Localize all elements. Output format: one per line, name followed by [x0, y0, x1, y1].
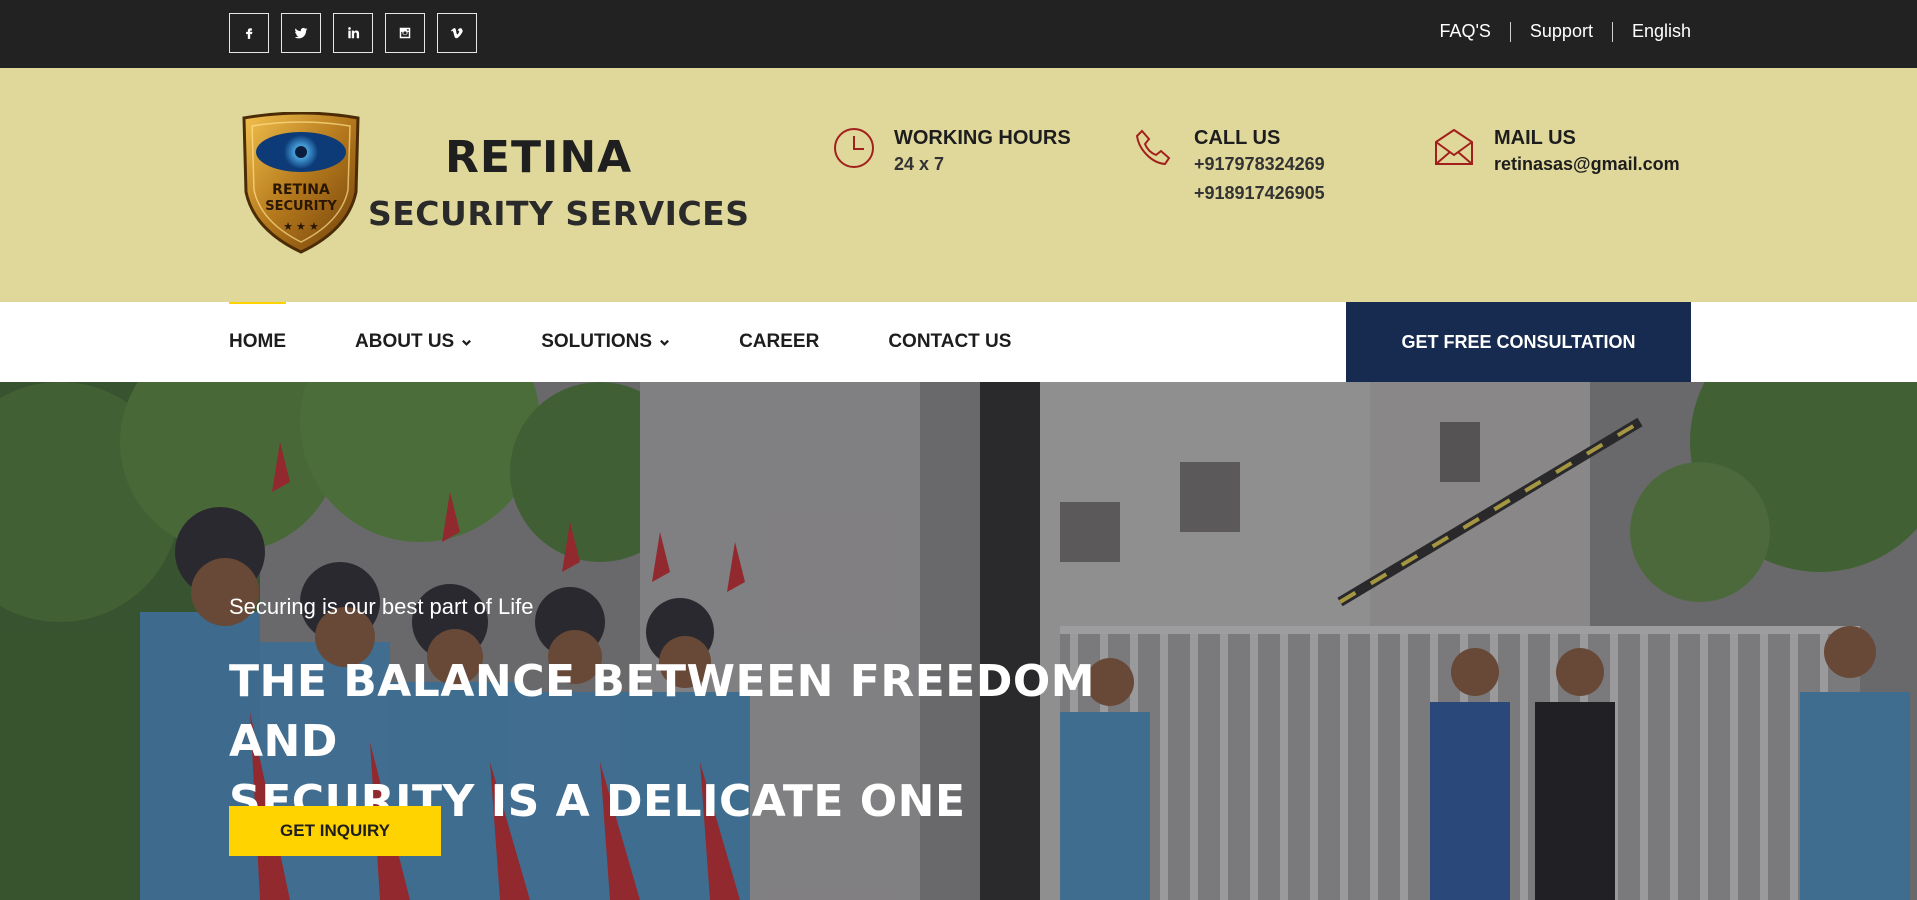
- support-link[interactable]: Support: [1511, 21, 1612, 42]
- language-link[interactable]: English: [1613, 21, 1691, 42]
- envelope-icon: [1432, 126, 1480, 174]
- linkedin-icon: [348, 27, 360, 39]
- brand-name: RETINA: [445, 132, 633, 183]
- hero-title: THE BALANCE BETWEEN FREEDOM AND SECURITY…: [229, 652, 1159, 832]
- call-us: CALL US +917978324269 +918917426905: [1132, 126, 1325, 208]
- facebook-icon: [246, 28, 253, 39]
- instagram-button[interactable]: [385, 13, 425, 53]
- twitter-button[interactable]: [281, 13, 321, 53]
- instagram-icon: [399, 27, 411, 39]
- header: RETINA SECURITY ★ ★ ★ RETINA SECURITY SE…: [0, 68, 1917, 302]
- faq-link[interactable]: FAQ'S: [1420, 21, 1509, 42]
- working-hours: WORKING HOURS 24 x 7: [832, 126, 1071, 179]
- svg-text:RETINA: RETINA: [272, 182, 330, 198]
- hero: Securing is our best part of Life THE BA…: [0, 382, 1917, 900]
- chevron-down-icon: [660, 339, 670, 346]
- phone-number[interactable]: +917978324269: [1194, 150, 1325, 179]
- linkedin-button[interactable]: [333, 13, 373, 53]
- nav-home[interactable]: HOME: [229, 302, 286, 382]
- working-hours-title: WORKING HOURS: [894, 127, 1071, 149]
- nav-solutions[interactable]: SOLUTIONS: [541, 302, 670, 382]
- working-hours-value: 24 x 7: [894, 154, 945, 174]
- brand-tagline: SECURITY SERVICES: [368, 194, 750, 233]
- twitter-icon: [294, 27, 308, 39]
- svg-text:★ ★ ★: ★ ★ ★: [283, 221, 319, 233]
- main-nav: HOME ABOUT US SOLUTIONS CAREER CONTACT U…: [0, 302, 1917, 382]
- facebook-button[interactable]: [229, 13, 269, 53]
- nav-solutions-label: SOLUTIONS: [541, 331, 653, 352]
- nav-career[interactable]: CAREER: [739, 302, 819, 382]
- top-bar: FAQ'S Support English: [0, 0, 1917, 68]
- nav-home-label: HOME: [229, 331, 286, 352]
- shield-logo-icon: RETINA SECURITY ★ ★ ★: [242, 112, 360, 254]
- phone-icon: [1132, 126, 1180, 174]
- clock-icon: [832, 126, 880, 174]
- call-us-title: CALL US: [1194, 127, 1281, 149]
- logo[interactable]: RETINA SECURITY ★ ★ ★ RETINA SECURITY SE…: [236, 112, 756, 262]
- email-address[interactable]: retinasas@gmail.com: [1494, 150, 1680, 179]
- chevron-down-icon: [462, 339, 472, 346]
- get-inquiry-button[interactable]: GET INQUIRY: [229, 806, 441, 856]
- get-free-consultation-button[interactable]: GET FREE CONSULTATION: [1346, 302, 1691, 382]
- svg-text:SECURITY: SECURITY: [265, 199, 337, 214]
- nav-about-us-label: ABOUT US: [355, 331, 455, 352]
- top-links: FAQ'S Support English: [1420, 21, 1691, 42]
- hero-title-line: THE BALANCE BETWEEN FREEDOM AND: [229, 656, 1096, 767]
- nav-contact-us-label: CONTACT US: [888, 331, 1012, 352]
- hero-subtitle: Securing is our best part of Life: [229, 594, 534, 619]
- mail-us-title: MAIL US: [1494, 127, 1576, 149]
- vimeo-button[interactable]: [437, 13, 477, 53]
- nav-about-us[interactable]: ABOUT US: [355, 302, 472, 382]
- nav-contact-us[interactable]: CONTACT US: [888, 302, 1011, 382]
- phone-number[interactable]: +918917426905: [1194, 179, 1325, 208]
- mail-us: MAIL US retinasas@gmail.com: [1432, 126, 1680, 179]
- nav-career-label: CAREER: [739, 331, 820, 352]
- vimeo-icon: [450, 28, 463, 39]
- social-links: [229, 13, 477, 53]
